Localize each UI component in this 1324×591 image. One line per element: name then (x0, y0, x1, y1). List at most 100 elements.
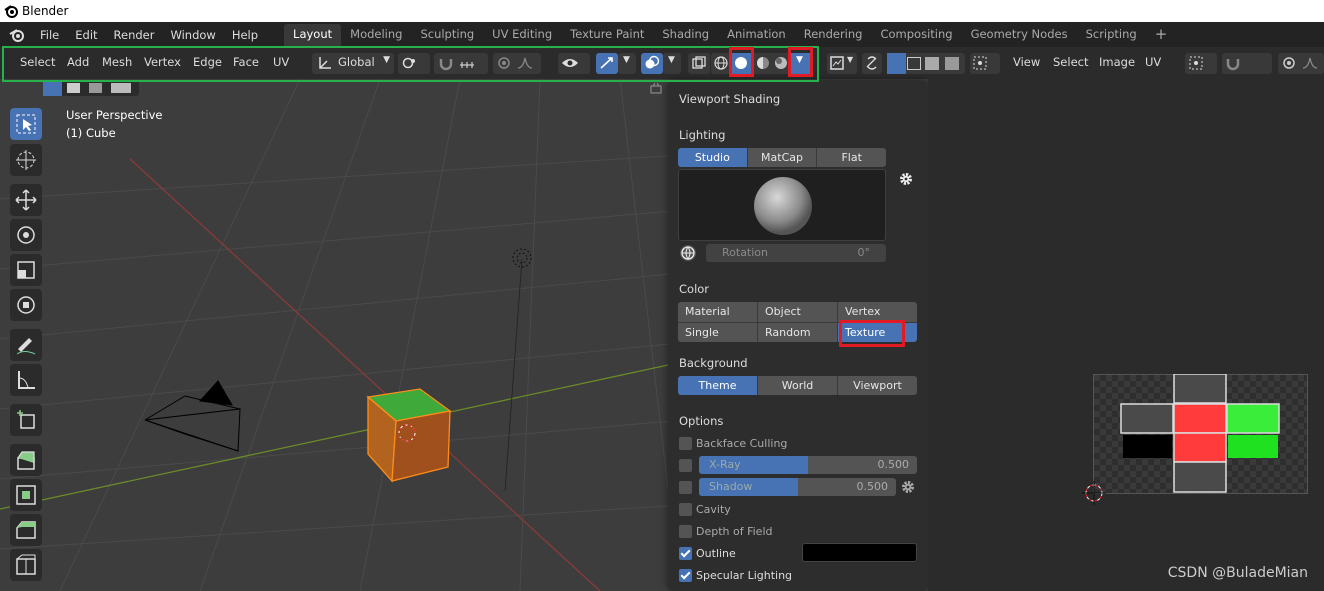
gear-icon[interactable] (898, 171, 914, 187)
tab-modeling[interactable]: Modeling (341, 24, 411, 45)
studio-light-preview[interactable] (678, 169, 886, 241)
lighting-matcap-option[interactable]: MatCap (747, 148, 818, 167)
measure-tool[interactable] (10, 364, 42, 396)
depth-of-field-row[interactable]: Depth of Field (679, 523, 773, 539)
menu-window[interactable]: Window (162, 28, 223, 42)
loop-cut-tool[interactable] (10, 549, 42, 581)
tab-animation[interactable]: Animation (718, 24, 795, 45)
vertex-select-mode-button[interactable] (887, 53, 906, 74)
uv-pivot-dropdown[interactable] (1185, 53, 1217, 74)
visibility-dropdown[interactable] (558, 53, 590, 74)
world-rotation-icon[interactable] (679, 244, 697, 262)
backface-culling-checkbox[interactable] (679, 436, 692, 450)
header-menu-face[interactable]: Face (233, 47, 259, 79)
overlays-dropdown[interactable]: ▼ (663, 53, 681, 74)
tab-layout[interactable]: Layout (284, 24, 342, 47)
header-menu-edge[interactable]: Edge (193, 47, 222, 79)
tab-compositing[interactable]: Compositing (871, 24, 961, 45)
snap-controls[interactable] (434, 53, 488, 74)
add-workspace-button[interactable]: + (1146, 24, 1177, 45)
transform-tool[interactable] (10, 289, 42, 321)
wireframe-shading-icon[interactable] (713, 55, 729, 71)
inset-tool[interactable] (10, 479, 42, 511)
menu-edit[interactable]: Edit (67, 28, 105, 42)
transform-orientation-dropdown[interactable]: Global ▼ (312, 53, 394, 74)
tab-shading[interactable]: Shading (653, 24, 718, 45)
sticky-selection-dropdown[interactable] (970, 53, 1000, 74)
header-menu-select[interactable]: Select (20, 47, 55, 79)
extrude-tool[interactable] (10, 444, 42, 476)
uv-sync-toggle[interactable] (862, 53, 882, 74)
cavity-row[interactable]: Cavity (679, 501, 731, 517)
edge-select-button[interactable] (67, 83, 80, 93)
background-world-option[interactable]: World (758, 376, 838, 395)
header-menu-mesh[interactable]: Mesh (102, 47, 132, 79)
uv-menu-view[interactable]: View (1013, 47, 1040, 79)
uv-menu-select[interactable]: Select (1053, 47, 1088, 79)
lighting-flat-option[interactable]: Flat (817, 148, 886, 167)
color-single-option[interactable]: Single (678, 323, 757, 342)
background-viewport-option[interactable]: Viewport (838, 376, 917, 395)
header-menu-uv[interactable]: UV (273, 47, 289, 79)
backface-culling-row[interactable]: Backface Culling (679, 435, 787, 451)
pivot-point-dropdown[interactable] (398, 53, 430, 74)
shadow-checkbox[interactable] (679, 480, 692, 494)
select-box-tool[interactable] (10, 108, 42, 140)
cursor-tool[interactable] (10, 144, 42, 176)
specular-lighting-row[interactable]: Specular Lighting (679, 567, 792, 583)
add-cube-tool[interactable] (10, 404, 42, 436)
header-menu-vertex[interactable]: Vertex (144, 47, 181, 79)
menu-file[interactable]: File (32, 28, 67, 42)
camera-view-icon[interactable] (649, 82, 663, 96)
island-select-mode-button[interactable] (945, 57, 959, 70)
tab-uv-editing[interactable]: UV Editing (483, 24, 561, 45)
rendered-shading-icon[interactable] (773, 55, 789, 71)
color-vertex-option[interactable]: Vertex (838, 302, 917, 322)
xray-toggle[interactable] (688, 53, 710, 74)
color-random-option[interactable]: Random (758, 323, 837, 342)
edge-select-mode-button[interactable] (907, 57, 921, 70)
uv-snap-controls[interactable] (1222, 53, 1272, 74)
color-texture-option[interactable]: Texture (838, 323, 917, 342)
tab-scripting[interactable]: Scripting (1077, 24, 1146, 45)
menu-help[interactable]: Help (224, 28, 266, 42)
color-material-option[interactable]: Material (678, 302, 757, 322)
uv-menu-uv[interactable]: UV (1145, 47, 1161, 79)
outline-row[interactable]: Outline (679, 545, 736, 561)
xray-checkbox[interactable] (679, 458, 692, 472)
lighting-studio-option[interactable]: Studio (678, 148, 748, 167)
tab-rendering[interactable]: Rendering (795, 24, 872, 45)
blender-menu-icon[interactable] (8, 27, 26, 43)
color-object-option[interactable]: Object (758, 302, 837, 322)
gear-icon[interactable] (900, 479, 916, 495)
proportional-editing[interactable] (493, 53, 541, 74)
scale-tool[interactable] (10, 254, 42, 286)
rotate-tool[interactable] (10, 219, 42, 251)
depth-of-field-checkbox[interactable] (679, 524, 692, 538)
gizmo-toggle[interactable] (596, 53, 618, 74)
tab-sculpting[interactable]: Sculpting (411, 24, 483, 45)
shading-options-dropdown[interactable]: ▼ (791, 53, 811, 74)
background-theme-option[interactable]: Theme (678, 376, 758, 395)
outline-color-swatch[interactable] (802, 543, 917, 562)
vertex-select-button[interactable] (43, 80, 62, 96)
uv-menu-image[interactable]: Image (1099, 47, 1135, 79)
extra-select-button[interactable] (111, 83, 131, 93)
specular-lighting-checkbox[interactable] (679, 568, 692, 582)
bevel-tool[interactable] (10, 514, 42, 546)
xray-slider[interactable]: X-Ray 0.500 (699, 456, 917, 474)
material-preview-icon[interactable] (755, 55, 771, 71)
annotate-tool[interactable] (10, 329, 42, 361)
menu-render[interactable]: Render (106, 28, 163, 42)
move-tool[interactable] (10, 184, 42, 216)
uv-proportional-editing[interactable] (1278, 53, 1324, 74)
header-menu-add[interactable]: Add (67, 47, 89, 79)
shadow-slider[interactable]: Shadow 0.500 (699, 478, 896, 496)
solid-shading-button[interactable] (731, 53, 751, 74)
rotation-field[interactable]: Rotation 0° (706, 244, 886, 262)
overlays-toggle[interactable] (641, 53, 663, 74)
face-select-button[interactable] (89, 83, 102, 93)
tab-geometry-nodes[interactable]: Geometry Nodes (962, 24, 1077, 45)
uv-editor[interactable] (928, 79, 1324, 591)
tab-texture-paint[interactable]: Texture Paint (561, 24, 653, 45)
